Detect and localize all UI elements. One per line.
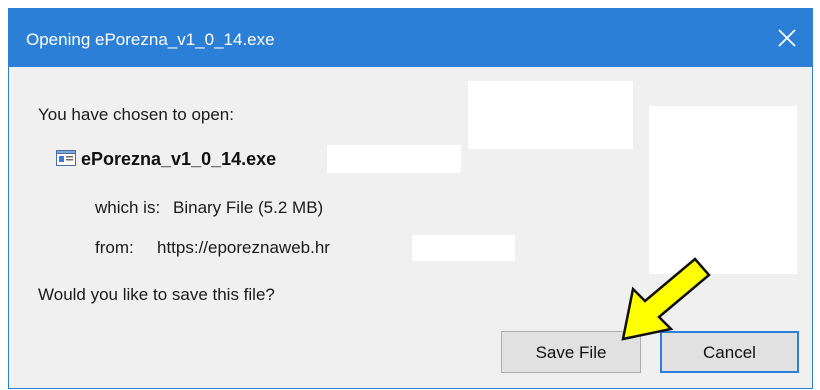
arrow-annotation-icon bbox=[621, 257, 711, 341]
redaction-block bbox=[327, 145, 461, 173]
redaction-block bbox=[412, 235, 515, 261]
dialog-title: Opening ePorezna_v1_0_14.exe bbox=[26, 30, 275, 49]
save-question: Would you like to save this file? bbox=[38, 285, 275, 304]
from-label: from: bbox=[95, 238, 134, 257]
close-button[interactable] bbox=[762, 9, 812, 67]
title-bar[interactable]: Opening ePorezna_v1_0_14.exe bbox=[9, 9, 812, 67]
source-url-value: https://eporeznaweb.hr bbox=[157, 238, 330, 257]
file-type-value: Binary File (5.2 MB) bbox=[173, 198, 324, 217]
which-is-label: which is: bbox=[95, 198, 161, 217]
file-icon bbox=[56, 150, 76, 166]
file-name: ePorezna_v1_0_14.exe bbox=[81, 149, 277, 169]
redaction-block bbox=[649, 106, 797, 274]
prompt-text: You have chosen to open: bbox=[38, 105, 234, 124]
close-icon bbox=[778, 29, 796, 47]
redaction-block bbox=[468, 81, 633, 149]
